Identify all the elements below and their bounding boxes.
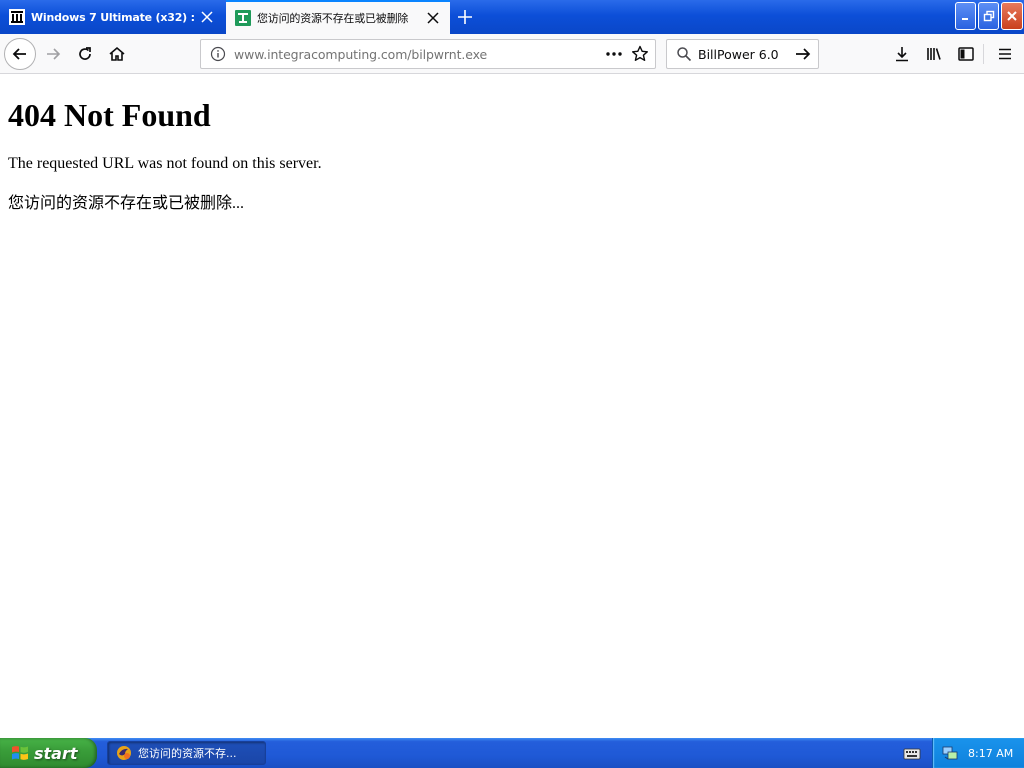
navigation-toolbar: www.integracomputing.com/bilpwrnt.exe Bi… (0, 34, 1024, 74)
task-label: 您访问的资源不存... (138, 747, 237, 760)
bookmark-star-icon[interactable] (630, 44, 650, 64)
system-tray: 8:17 AM (932, 738, 1024, 768)
close-tab-icon[interactable] (426, 11, 440, 25)
tab-windows-7-ultimate[interactable]: Windows 7 Ultimate (x32) : Micros (0, 0, 224, 34)
url-path: /bilpwrnt.exe (407, 46, 488, 62)
download-icon (896, 47, 908, 62)
error-message: The requested URL was not found on this … (8, 155, 322, 172)
search-icon (676, 46, 692, 62)
url-domain: www.integracomputing.com (234, 46, 408, 62)
network-icon[interactable] (942, 745, 958, 761)
close-tab-icon[interactable] (200, 10, 214, 24)
downloads-button[interactable] (890, 42, 914, 66)
info-icon[interactable] (210, 46, 226, 62)
plus-icon (458, 10, 472, 24)
restore-icon (983, 10, 994, 22)
library-icon (927, 48, 941, 60)
page-content: 404 Not Found The requested URL was not … (0, 75, 1024, 738)
close-icon (1007, 11, 1017, 21)
library-button[interactable] (922, 42, 946, 66)
start-button[interactable]: start (0, 738, 97, 768)
page-heading: 404 Not Found (8, 97, 211, 133)
address-bar[interactable]: www.integracomputing.com/bilpwrnt.exe (200, 39, 656, 69)
sidebar-icon (958, 47, 974, 61)
forward-button[interactable] (41, 42, 65, 66)
search-bar[interactable]: BillPower 6.0 (666, 39, 819, 69)
windows-logo-icon (10, 743, 30, 763)
keyboard-language-icon[interactable] (903, 745, 921, 761)
tab-title: Windows 7 Ultimate (x32) : Micros (31, 10, 194, 24)
tab-404-page[interactable]: 您访问的资源不存在或已被删除 (226, 0, 450, 34)
green-t-favicon-icon (235, 10, 251, 26)
hamburger-menu-icon (999, 48, 1011, 60)
taskbar: start 您访问的资源不存... 8:17 AM (0, 738, 1024, 768)
error-message-chinese: 您访问的资源不存在或已被删除... (8, 195, 245, 212)
start-label: start (34, 743, 78, 763)
sidebar-button[interactable] (954, 42, 978, 66)
back-button[interactable] (4, 38, 36, 70)
window-close-button[interactable] (1001, 2, 1023, 30)
search-input[interactable]: BillPower 6.0 (698, 47, 794, 62)
reload-button[interactable] (73, 42, 97, 66)
arrow-right-icon[interactable] (794, 45, 812, 63)
museum-icon (9, 9, 25, 25)
menu-button[interactable] (993, 42, 1017, 66)
browser-app-icon (116, 745, 132, 761)
forward-arrow-icon (47, 48, 61, 60)
restore-button[interactable] (978, 2, 999, 30)
tab-strip: Windows 7 Ultimate (x32) : Micros 您访问的资源… (0, 0, 1024, 34)
url-text[interactable]: www.integracomputing.com/bilpwrnt.exe (234, 47, 604, 62)
minimize-icon (961, 18, 968, 20)
reload-icon (79, 47, 91, 60)
taskbar-task-browser[interactable]: 您访问的资源不存... (107, 741, 266, 765)
home-icon (109, 46, 125, 61)
toolbar-separator (983, 44, 984, 64)
back-arrow-icon (12, 48, 26, 60)
new-tab-button[interactable] (455, 7, 475, 27)
minimize-button[interactable] (955, 2, 976, 30)
clock: 8:17 AM (968, 746, 1014, 760)
page-actions-icon[interactable] (604, 44, 624, 64)
tab-title: 您访问的资源不存在或已被删除 (257, 12, 409, 25)
home-button[interactable] (105, 42, 129, 66)
